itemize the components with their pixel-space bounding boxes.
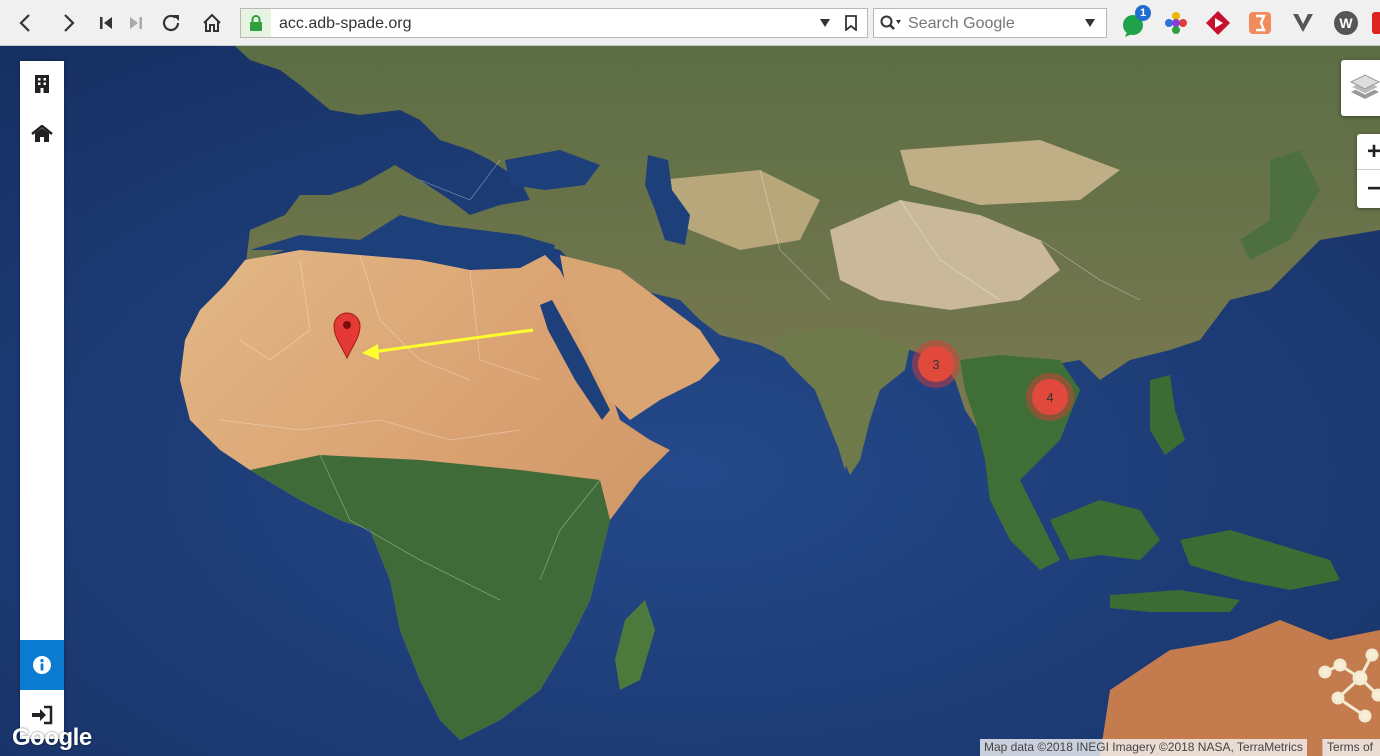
cluster-marker-3[interactable]: 3 [912, 340, 960, 388]
cluster-count-label: 3 [932, 357, 939, 372]
map-imagery: 3 4 [0, 46, 1380, 756]
house-icon [203, 13, 221, 32]
dropdown-icon[interactable] [819, 18, 831, 28]
svg-text:W: W [1339, 15, 1353, 31]
skip-back-icon [100, 17, 112, 29]
browser-toolbar: acc.adb-spade.org 1 W [0, 0, 1380, 46]
orange-extension-button[interactable] [1247, 10, 1273, 36]
sidebar-item-buildings[interactable] [20, 61, 64, 107]
search-input[interactable] [906, 14, 1080, 34]
left-sidebar [20, 61, 64, 739]
w-extension-button[interactable]: W [1333, 10, 1359, 36]
address-bar[interactable]: acc.adb-spade.org [240, 8, 868, 38]
bracket-icon [1249, 12, 1271, 34]
flower-icon [1165, 12, 1187, 34]
v-letter-icon [1293, 14, 1313, 32]
building-icon [35, 75, 49, 93]
layers-icon [1349, 74, 1380, 99]
back-arrow-icon [19, 14, 30, 32]
reload-icon [162, 14, 180, 32]
info-icon [33, 656, 51, 674]
chat-extension-button[interactable]: 1 [1121, 5, 1151, 37]
home-button[interactable] [198, 9, 226, 37]
cluster-marker-4[interactable]: 4 [1026, 373, 1074, 421]
zoom-control: + − [1357, 134, 1380, 208]
forward-button[interactable] [54, 9, 82, 37]
sign-in-icon [32, 705, 53, 725]
satellite-map[interactable]: 3 4 [0, 46, 1380, 756]
search-engine-dropdown-icon[interactable] [1084, 18, 1096, 28]
lock-icon [241, 9, 271, 37]
flower-extension-button[interactable] [1163, 10, 1189, 36]
terms-link[interactable]: Terms of [1322, 739, 1380, 756]
last-page-button[interactable] [122, 9, 150, 37]
back-button[interactable] [12, 9, 40, 37]
google-logo[interactable]: Google [12, 724, 92, 752]
play-icon [1206, 11, 1230, 35]
sidebar-item-info[interactable] [20, 640, 64, 690]
zoom-in-button[interactable]: + [1357, 134, 1380, 170]
url-text[interactable]: acc.adb-spade.org [279, 15, 412, 33]
extension-icon [1372, 12, 1380, 34]
sidebar-item-home[interactable] [20, 111, 64, 157]
play-extension-button[interactable] [1205, 10, 1231, 36]
skip-forward-icon [130, 17, 142, 29]
cluster-count-label: 4 [1046, 390, 1053, 405]
zoom-out-button[interactable]: − [1357, 171, 1380, 207]
notification-badge: 1 [1135, 5, 1151, 21]
reload-button[interactable] [157, 9, 185, 37]
w-letter-icon: W [1334, 11, 1358, 35]
map-attribution: Map data ©2018 INEGI Imagery ©2018 NASA,… [980, 739, 1307, 756]
first-page-button[interactable] [92, 9, 120, 37]
bookmark-icon[interactable] [845, 15, 857, 31]
v-extension-button[interactable] [1290, 10, 1316, 36]
home-icon [31, 125, 53, 142]
search-bar[interactable] [873, 8, 1107, 38]
red-extension-button[interactable] [1372, 10, 1380, 36]
search-icon [880, 15, 901, 30]
layers-button[interactable] [1341, 60, 1380, 116]
forward-arrow-icon [64, 14, 75, 32]
